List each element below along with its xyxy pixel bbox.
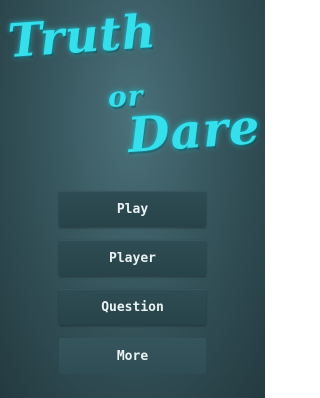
title-word-dare: Dare bbox=[126, 98, 263, 164]
more-button-label: More bbox=[116, 348, 149, 364]
player-button-label: Player bbox=[109, 250, 156, 266]
title-word-truth: Truth bbox=[6, 3, 158, 68]
main-menu-screen: Truth or Dare Play Player Question More bbox=[0, 0, 265, 398]
question-button[interactable]: Question bbox=[59, 289, 206, 325]
play-button-label: Play bbox=[116, 201, 149, 217]
game-title: Truth or Dare bbox=[0, 0, 265, 175]
main-menu: Play Player Question More bbox=[59, 191, 206, 387]
question-button-label: Question bbox=[101, 299, 164, 315]
more-button[interactable]: More bbox=[59, 338, 206, 374]
play-button[interactable]: Play bbox=[59, 191, 206, 227]
player-button[interactable]: Player bbox=[59, 240, 206, 276]
